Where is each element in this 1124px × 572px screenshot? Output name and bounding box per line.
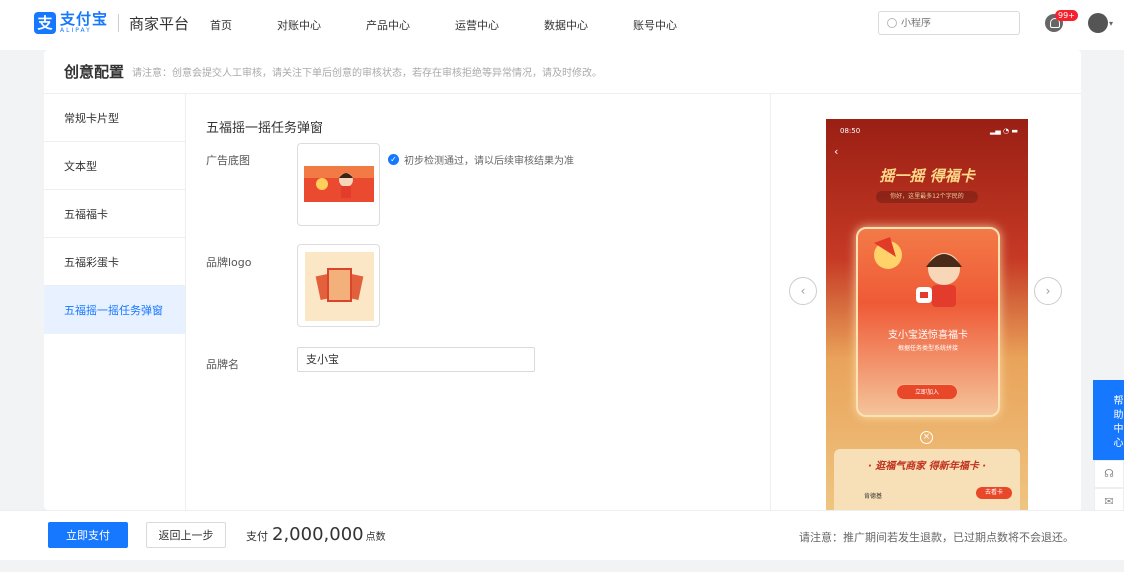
card-header: 创意配置 请注意：创意会提交人工审核，请关注下单后创意的审核状态，若存在审核拒绝… (44, 50, 1081, 94)
footer-bar: 立即支付 返回上一步 支付 2,000,000 点数 请注意：推广期间若发生退款… (0, 510, 1124, 560)
nav-item-reconciliation[interactable]: 对账中心 (277, 17, 321, 33)
preview-banner-title: · 逛福气商家 得新年福卡 · (867, 461, 987, 472)
check-circle-icon: ✓ (388, 154, 399, 165)
nav-item-data[interactable]: 数据中心 (544, 17, 588, 33)
sidebar-item-wufu-egg-card[interactable]: 五福彩蛋卡 (44, 238, 185, 286)
alipay-logo-icon: 支 (34, 12, 56, 34)
sidebar-item-regular-card[interactable]: 常规卡片型 (44, 94, 185, 142)
brand-name-input[interactable]: 支小宝 (297, 347, 535, 372)
preview-panel: ‹ › 08:50 ▂▄ ◔ ▬ ‹ 摇一摇 得福卡 你好，这里最多12个字民的… (770, 94, 1081, 510)
ad-image-upload[interactable] (297, 143, 380, 226)
nav-item-operations[interactable]: 运营中心 (455, 17, 499, 33)
preview-popup: 支小宝送惊喜福卡 根据任务类型系统拼接 立即加入 (856, 227, 1000, 417)
creative-form: 五福摇一摇任务弹窗 广告底图 ✓ 初步检测通过，请以后续审核结果为准 品牌log… (186, 94, 770, 510)
alipay-logo[interactable]: 支 支付宝 ALIPAY 商家平台 (34, 12, 189, 34)
phone-status-icons: ▂▄ ◔ ▬ (990, 127, 1018, 135)
creative-config-card: 创意配置 请注意：创意会提交人工审核，请关注下单后创意的审核状态，若存在审核拒绝… (44, 50, 1081, 510)
search-icon (887, 18, 897, 28)
sidebar-item-wufu-card[interactable]: 五福福卡 (44, 190, 185, 238)
ad-image-label: 广告底图 (206, 154, 250, 167)
platform-name: 商家平台 (129, 14, 190, 33)
sidebar-item-wufu-shake-popup[interactable]: 五福摇一摇任务弹窗 (44, 286, 185, 334)
page-title: 创意配置 (64, 63, 125, 81)
notification-badge: 99+ (1055, 10, 1078, 21)
sidebar-item-text[interactable]: 文本型 (44, 142, 185, 190)
brand-logo-label: 品牌logo (206, 256, 252, 269)
brand-name-label: 品牌名 (206, 358, 239, 371)
pay-summary: 支付 2,000,000 点数 (246, 524, 386, 545)
prev-arrow-icon[interactable]: ‹ (789, 277, 817, 305)
check-status: ✓ 初步检测通过，请以后续审核结果为准 (388, 152, 574, 167)
back-button[interactable]: 返回上一步 (146, 522, 226, 548)
page-note: 请注意：创意会提交人工审核，请关注下单后创意的审核状态，若存在审核拒绝等异常情况… (132, 68, 603, 79)
phone-preview: 08:50 ▂▄ ◔ ▬ ‹ 摇一摇 得福卡 你好，这里最多12个字民的 支小宝… (826, 119, 1028, 510)
logo-en-text: ALIPAY (60, 27, 92, 34)
popup-subtitle: 根据任务类型系统拼接 (897, 345, 958, 352)
ad-image-thumbnail (304, 166, 374, 202)
nav-item-products[interactable]: 产品中心 (366, 17, 410, 33)
preview-row-button: 去看卡 (976, 487, 1012, 499)
popup-illustration (874, 237, 962, 307)
nav-item-home[interactable]: 首页 (210, 17, 232, 33)
popup-title: 支小宝送惊喜福卡 (888, 330, 968, 341)
pay-unit: 点数 (365, 532, 386, 543)
top-bar: 支 支付宝 ALIPAY 商家平台 首页 对账中心 产品中心 运营中心 数据中心… (0, 0, 1124, 50)
close-icon: × (920, 431, 933, 444)
preview-subline: 你好，这里最多12个字民的 (876, 191, 978, 203)
back-icon: ‹ (834, 145, 839, 158)
creative-type-sidebar: 常规卡片型 文本型 五福福卡 五福彩蛋卡 五福摇一摇任务弹窗 (44, 94, 186, 510)
preview-banner: · 逛福气商家 得新年福卡 · 肯德基 去看卡 (834, 449, 1020, 510)
help-center-tab[interactable]: 帮助中心 (1093, 380, 1124, 460)
preview-headline: 摇一摇 得福卡 (879, 167, 975, 185)
nav-item-account[interactable]: 账号中心 (633, 17, 677, 33)
pay-amount: 2,000,000 (272, 524, 364, 545)
avatar[interactable] (1088, 13, 1108, 33)
brand-logo-upload[interactable] (297, 244, 380, 327)
brand-logo-thumbnail (305, 252, 374, 321)
logo-cn-text: 支付宝 (60, 10, 109, 28)
check-status-text: 初步检测通过，请以后续审核结果为准 (404, 156, 574, 167)
next-arrow-icon[interactable]: › (1034, 277, 1062, 305)
customer-service-icon[interactable]: ☊ (1094, 460, 1124, 488)
phone-status-time: 08:50 (840, 127, 861, 135)
main-nav: 首页 对账中心 产品中心 运营中心 数据中心 账号中心 (210, 17, 722, 33)
footer-note: 请注意：推广期间若发生退款，已过期点数将不会退还。 (799, 531, 1074, 544)
pay-prefix: 支付 (246, 530, 268, 543)
chevron-down-icon[interactable]: ▾ (1109, 19, 1113, 28)
logo-divider (118, 14, 120, 32)
section-title: 五福摇一摇任务弹窗 (206, 121, 324, 136)
search-box[interactable] (878, 11, 1020, 35)
preview-row-name: 肯德基 (864, 493, 883, 500)
search-input[interactable] (901, 17, 1011, 29)
pay-now-button[interactable]: 立即支付 (48, 522, 128, 548)
popup-join-button: 立即加入 (896, 384, 958, 400)
